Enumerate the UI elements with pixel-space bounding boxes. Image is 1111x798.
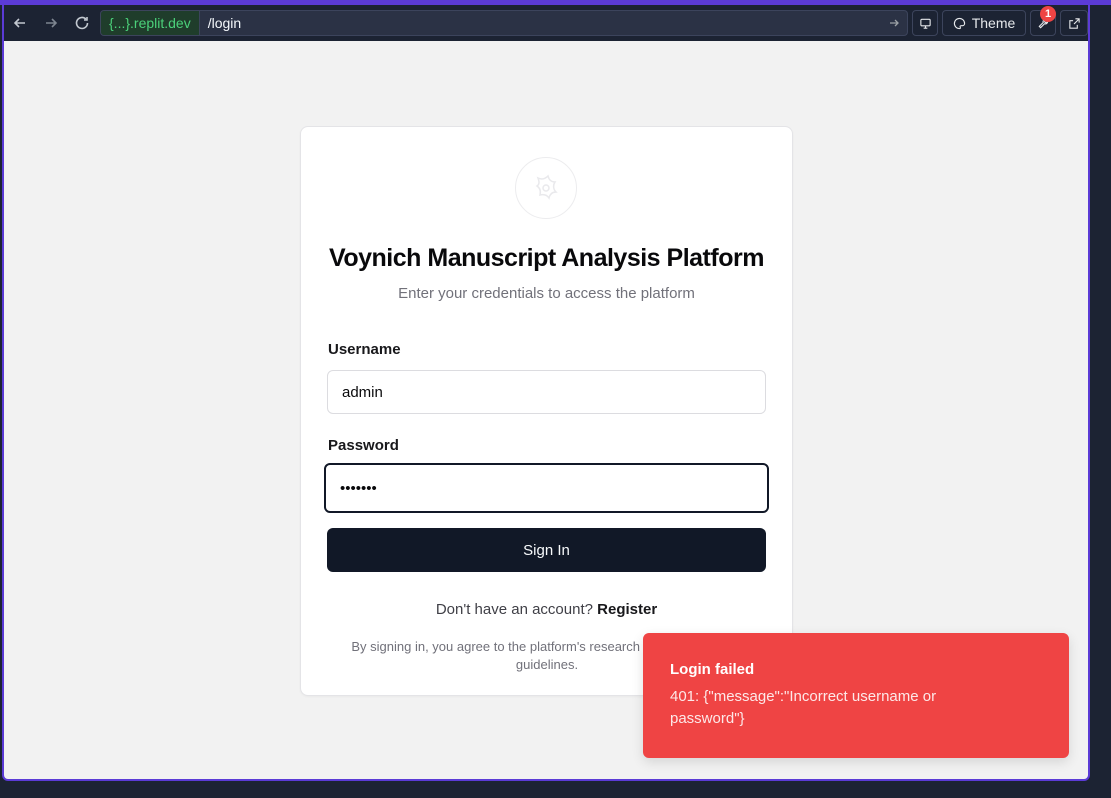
- devices-button[interactable]: [912, 10, 938, 36]
- forward-button[interactable]: [36, 8, 66, 38]
- username-input[interactable]: admin: [327, 370, 766, 414]
- register-link[interactable]: Register: [597, 601, 657, 618]
- password-input[interactable]: •••••••: [324, 463, 769, 513]
- url-bar[interactable]: {...}.replit.dev /login: [100, 10, 908, 36]
- reload-icon: [75, 16, 89, 30]
- register-prompt: Don't have an account? Register: [301, 601, 792, 618]
- url-host: {...}.replit.dev: [101, 11, 200, 35]
- window-frame: {...}.replit.dev /login Theme 1 Voynich …: [0, 0, 1111, 798]
- error-toast[interactable]: Login failed 401: {"message":"Incorrect …: [643, 633, 1069, 758]
- arrow-left-icon: [13, 18, 25, 28]
- devtools-notification-badge: 1: [1040, 6, 1056, 22]
- toast-title: Login failed: [670, 661, 755, 678]
- external-link-icon: [1068, 17, 1080, 29]
- username-label: Username: [328, 341, 401, 358]
- app-logo-icon: [515, 157, 577, 219]
- sign-in-button[interactable]: Sign In: [327, 528, 766, 572]
- toast-description: 401: {"message":"Incorrect username or p…: [670, 688, 937, 727]
- back-button[interactable]: [5, 8, 35, 38]
- arrow-right-icon: [890, 19, 899, 27]
- page-subtitle: Enter your credentials to access the pla…: [398, 285, 695, 302]
- login-card: Voynich Manuscript Analysis Platform Ent…: [300, 126, 793, 696]
- theme-button-label: Theme: [971, 15, 1016, 31]
- open-new-tab-button[interactable]: [1060, 10, 1088, 36]
- monitor-icon: [919, 18, 931, 29]
- register-prompt-text: Don't have an account?: [435, 601, 593, 618]
- reload-button[interactable]: [67, 8, 97, 38]
- password-label: Password: [328, 437, 399, 454]
- page-title: Voynich Manuscript Analysis Platform: [329, 244, 764, 272]
- arrow-right-icon: [46, 18, 58, 28]
- url-path-input[interactable]: /login: [208, 15, 881, 31]
- browser-toolbar: {...}.replit.dev /login Theme 1: [4, 5, 1088, 41]
- theme-button[interactable]: Theme: [942, 10, 1026, 36]
- url-go-button[interactable]: [881, 17, 907, 29]
- palette-icon: [953, 17, 965, 29]
